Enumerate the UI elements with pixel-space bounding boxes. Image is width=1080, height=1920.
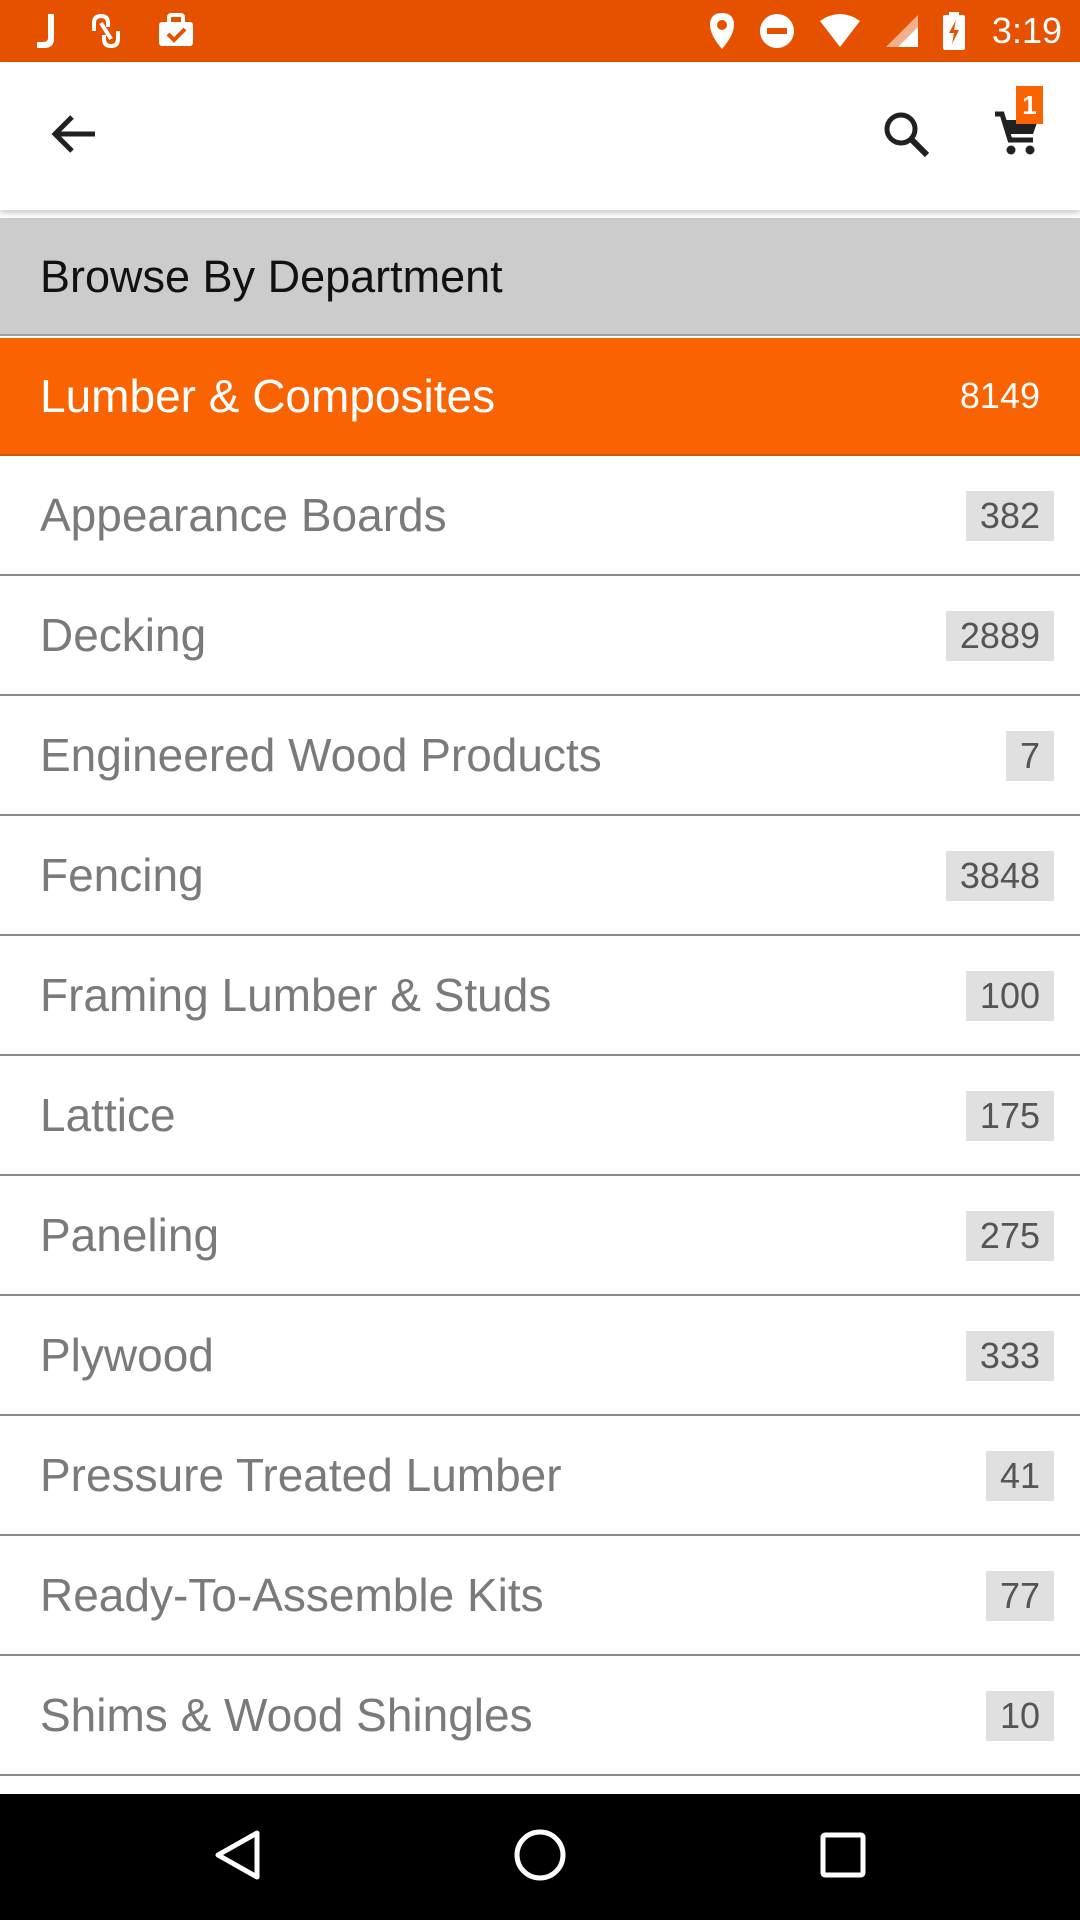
nav-home-icon	[513, 1828, 567, 1887]
category-label: Shims & Wood Shingles	[40, 1689, 533, 1741]
briefcase-check-icon	[156, 11, 196, 51]
list-item[interactable]: Engineered Wood Products 7	[0, 696, 1080, 816]
category-label: Engineered Wood Products	[40, 729, 602, 781]
category-count-badge: 333	[965, 1331, 1054, 1381]
list-item[interactable]: Appearance Boards 382	[0, 456, 1080, 576]
location-icon	[708, 11, 736, 51]
search-button[interactable]	[868, 98, 944, 174]
status-time: 3:19	[991, 10, 1062, 51]
selected-department-label: Lumber & Composites	[40, 370, 496, 422]
category-label: Plywood	[40, 1329, 214, 1381]
status-bar: 3:19	[0, 0, 1080, 62]
category-count-badge: 382	[965, 491, 1054, 541]
cart-count-badge: 1	[1016, 86, 1043, 124]
list-item[interactable]: Decking 2889	[0, 576, 1080, 696]
section-title: Browse By Department	[40, 251, 503, 302]
list-item[interactable]: Plywood 333	[0, 1296, 1080, 1416]
wifi-icon	[818, 13, 862, 49]
category-count-badge: 3848	[945, 851, 1054, 901]
signal-icon	[884, 13, 920, 49]
do-not-disturb-icon	[758, 12, 796, 50]
link-app-icon	[86, 11, 126, 51]
list-item[interactable]: Pressure Treated Lumber 41	[0, 1416, 1080, 1536]
category-count-badge: 100	[965, 971, 1054, 1021]
list-item[interactable]: Ready-To-Assemble Kits 77	[0, 1536, 1080, 1656]
nav-back-icon	[213, 1829, 261, 1886]
nav-home-button[interactable]	[507, 1824, 573, 1890]
search-icon	[882, 110, 930, 163]
category-count-badge: 10	[985, 1691, 1054, 1741]
category-list: Appearance Boards 382 Decking 2889 Engin…	[0, 456, 1080, 1776]
list-item[interactable]: Shims & Wood Shingles 10	[0, 1656, 1080, 1776]
category-count-badge: 41	[985, 1451, 1054, 1501]
category-label: Ready-To-Assemble Kits	[40, 1569, 544, 1621]
list-item[interactable]: Framing Lumber & Studs 100	[0, 936, 1080, 1056]
list-item[interactable]: Lattice 175	[0, 1056, 1080, 1176]
category-count-badge: 175	[965, 1091, 1054, 1141]
nav-back-button[interactable]	[204, 1824, 270, 1890]
selected-department[interactable]: Lumber & Composites 8149	[0, 338, 1080, 456]
list-item[interactable]: Paneling 275	[0, 1176, 1080, 1296]
category-count-badge: 2889	[945, 611, 1054, 661]
category-label: Paneling	[40, 1209, 220, 1261]
nav-recents-icon	[819, 1831, 867, 1884]
category-count-badge: 275	[965, 1211, 1054, 1261]
category-count-badge: 7	[1005, 731, 1054, 781]
app-bar	[0, 62, 1080, 210]
section-header: Browse By Department	[0, 218, 1080, 336]
category-label: Lattice	[40, 1089, 176, 1141]
selected-department-count: 8149	[959, 375, 1040, 416]
category-label: Fencing	[40, 849, 204, 901]
back-button[interactable]	[36, 98, 112, 174]
category-label: Framing Lumber & Studs	[40, 969, 552, 1021]
battery-charging-icon	[942, 11, 966, 51]
arrow-back-icon	[51, 114, 97, 159]
category-count-badge: 77	[985, 1571, 1054, 1621]
navigation-bar	[0, 1794, 1080, 1920]
nav-recents-button[interactable]	[810, 1824, 876, 1890]
j-app-icon	[34, 11, 56, 51]
category-label: Decking	[40, 609, 207, 661]
category-label: Appearance Boards	[40, 489, 447, 541]
category-label: Pressure Treated Lumber	[40, 1449, 562, 1501]
notification-icons	[34, 8, 196, 54]
system-icons: 3:19	[708, 8, 1062, 54]
list-item[interactable]: Fencing 3848	[0, 816, 1080, 936]
